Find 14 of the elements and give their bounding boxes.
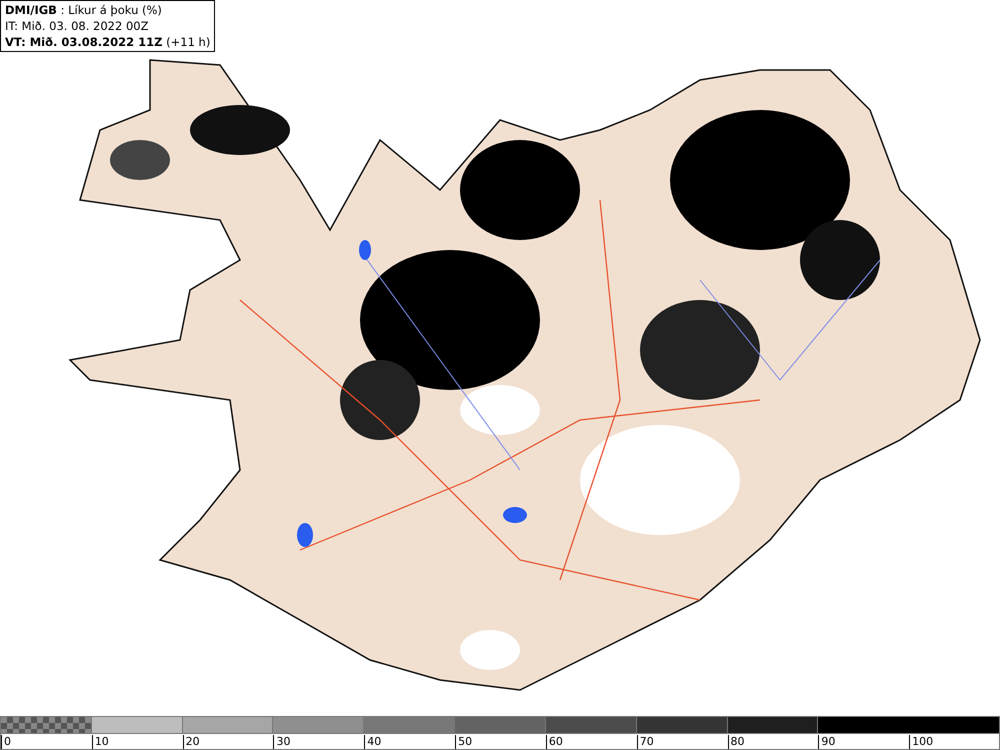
initial-time: IT: Mið. 03. 08. 2022 00Z (5, 18, 150, 34)
legend-tick-label: 70 (636, 735, 654, 749)
legend-tick-label: 60 (546, 735, 563, 749)
legend-tick-label: 10 (92, 735, 109, 749)
legend-tick-label: 80 (728, 735, 745, 749)
legend-tick-label: 100 (909, 735, 934, 749)
legend-tick-label: 40 (364, 735, 382, 749)
legend-tick-label: 0 (1, 735, 11, 749)
legend-tick-label: 50 (455, 735, 472, 749)
legend-tick-label: 20 (182, 735, 200, 749)
map-title: DMI/IGB : Líkur á þoku (%) (5, 2, 163, 18)
legend-tick-label: 90 (818, 735, 836, 749)
valid-time: VT: Mið. 03.08.2022 11Z (+11 h) (5, 34, 210, 50)
legend-tick-label: 30 (273, 735, 290, 749)
